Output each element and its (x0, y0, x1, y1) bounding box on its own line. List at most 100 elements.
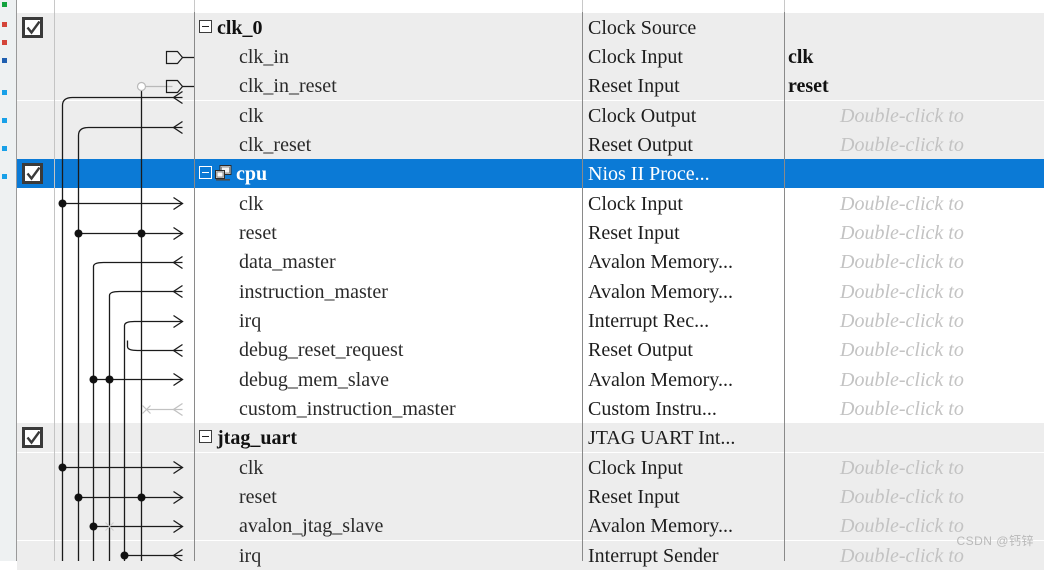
header-separator-use[interactable] (194, 0, 195, 12)
name-cell[interactable]: clk (195, 101, 583, 130)
use-checkbox-cell[interactable] (17, 394, 55, 423)
description-cell[interactable]: Avalon Memory... (583, 511, 785, 540)
tree-collapse-icon[interactable] (199, 166, 212, 180)
use-checkbox-cell[interactable] (17, 541, 55, 570)
tree-collapse-icon[interactable] (199, 19, 212, 33)
export-cell[interactable]: Double-click to (785, 482, 1044, 511)
use-checkbox-cell[interactable] (17, 42, 55, 71)
description-cell[interactable]: Reset Input (583, 71, 785, 100)
use-checkbox-cell[interactable] (17, 511, 55, 540)
export-cell[interactable]: Double-click to (785, 189, 1044, 218)
use-checkbox-cell[interactable] (17, 365, 55, 394)
name-cell[interactable]: irq (195, 541, 583, 570)
export-cell[interactable]: Double-click to (785, 335, 1044, 364)
export-cell[interactable]: Double-click to (785, 453, 1044, 482)
description-cell[interactable]: JTAG UART Int... (583, 423, 785, 452)
name-cell[interactable]: debug_reset_request (195, 335, 583, 364)
table-header-row[interactable] (17, 0, 1044, 12)
table-row[interactable]: clk Clock Input Double-click to (17, 188, 1044, 218)
name-cell[interactable]: irq (195, 306, 583, 335)
use-checkbox-cell[interactable] (17, 335, 55, 364)
use-checkbox[interactable] (22, 163, 43, 185)
description-cell[interactable]: Clock Source (583, 13, 785, 42)
name-cell[interactable]: instruction_master (195, 277, 583, 306)
name-cell[interactable]: data_master (195, 247, 583, 276)
table-row[interactable]: instruction_master Avalon Memory... Double… (17, 276, 1044, 306)
description-cell[interactable]: Avalon Memory... (583, 277, 785, 306)
use-checkbox-cell[interactable] (17, 482, 55, 511)
name-cell[interactable]: debug_mem_slave (195, 365, 583, 394)
table-row[interactable]: debug_mem_slave Avalon Memory... Double-cl… (17, 364, 1044, 394)
description-cell[interactable]: Reset Input (583, 218, 785, 247)
name-cell[interactable]: clk_0 (195, 13, 583, 42)
name-cell[interactable]: cpu (195, 159, 583, 188)
name-cell[interactable]: jtag_uart (195, 423, 583, 452)
description-cell[interactable]: Clock Input (583, 453, 785, 482)
name-cell[interactable]: clk (195, 453, 583, 482)
use-checkbox-cell[interactable] (17, 218, 55, 247)
table-row[interactable]: debug_reset_request Reset Output Double-cl… (17, 335, 1044, 365)
export-cell[interactable] (785, 159, 1044, 188)
use-checkbox[interactable] (22, 16, 43, 38)
table-row[interactable]: clk_reset Reset Output Double-click to (17, 129, 1044, 159)
export-cell[interactable]: Double-click to (785, 277, 1044, 306)
header-separator-connections[interactable] (54, 0, 55, 12)
use-checkbox-cell[interactable] (17, 71, 55, 100)
use-checkbox[interactable] (22, 427, 43, 449)
system-contents-table[interactable]: clk_0 Clock Source clk_in Clock Input clk clk… (17, 0, 1044, 570)
export-cell[interactable]: Double-click to (785, 247, 1044, 276)
table-row[interactable]: irq Interrupt Sender Double-click to (17, 540, 1044, 570)
export-cell[interactable]: Double-click to (785, 306, 1044, 335)
use-checkbox-cell[interactable] (17, 453, 55, 482)
use-checkbox-cell[interactable] (17, 277, 55, 306)
header-separator-name[interactable] (582, 0, 583, 12)
description-cell[interactable]: Avalon Memory... (583, 247, 785, 276)
description-cell[interactable]: Reset Output (583, 130, 785, 159)
table-row[interactable]: jtag_uart JTAG UART Int... (17, 423, 1044, 453)
description-cell[interactable]: Reset Input (583, 482, 785, 511)
name-cell[interactable]: reset (195, 218, 583, 247)
export-cell[interactable]: reset (785, 71, 1044, 100)
table-row[interactable]: clk_in_reset Reset Input reset (17, 71, 1044, 101)
description-cell[interactable]: Avalon Memory... (583, 365, 785, 394)
table-row[interactable]: clk_in Clock Input clk (17, 41, 1044, 71)
description-cell[interactable]: Nios II Proce... (583, 159, 785, 188)
description-cell[interactable]: Clock Input (583, 189, 785, 218)
table-row[interactable]: irq Interrupt Rec... Double-click to (17, 306, 1044, 335)
use-checkbox-cell[interactable] (17, 130, 55, 159)
tree-collapse-icon[interactable] (199, 430, 212, 444)
description-cell[interactable]: Interrupt Sender (583, 541, 785, 570)
use-checkbox-cell[interactable] (17, 159, 55, 188)
use-checkbox-cell[interactable] (17, 306, 55, 335)
name-cell[interactable]: avalon_jtag_slave (195, 511, 583, 540)
table-row[interactable]: clk_0 Clock Source (17, 12, 1044, 42)
use-checkbox-cell[interactable] (17, 247, 55, 276)
use-checkbox-cell[interactable] (17, 101, 55, 130)
export-cell[interactable]: Double-click to (785, 365, 1044, 394)
export-cell[interactable]: Double-click to (785, 130, 1044, 159)
table-row[interactable]: avalon_jtag_slave Avalon Memory... Double-… (17, 511, 1044, 541)
export-cell[interactable]: clk (785, 42, 1044, 71)
name-cell[interactable]: clk_in_reset (195, 71, 583, 100)
table-row[interactable]: clk Clock Input Double-click to (17, 452, 1044, 482)
description-cell[interactable]: Custom Instru... (583, 394, 785, 423)
table-row[interactable]: reset Reset Input Double-click to (17, 217, 1044, 247)
description-cell[interactable]: Clock Output (583, 101, 785, 130)
table-row[interactable]: clk Clock Output Double-click to (17, 100, 1044, 130)
export-cell[interactable] (785, 423, 1044, 452)
description-cell[interactable]: Reset Output (583, 335, 785, 364)
export-cell[interactable] (785, 13, 1044, 42)
table-row[interactable]: reset Reset Input Double-click to (17, 482, 1044, 512)
use-checkbox-cell[interactable] (17, 189, 55, 218)
export-cell[interactable]: Double-click to (785, 394, 1044, 423)
name-cell[interactable]: custom_instruction_master (195, 394, 583, 423)
description-cell[interactable]: Clock Input (583, 42, 785, 71)
name-cell[interactable]: clk_in (195, 42, 583, 71)
use-checkbox-cell[interactable] (17, 13, 55, 42)
table-row[interactable]: custom_instruction_master Custom Instru..… (17, 394, 1044, 424)
table-row[interactable]: data_master Avalon Memory... Double-click … (17, 247, 1044, 277)
use-checkbox-cell[interactable] (17, 423, 55, 452)
description-cell[interactable]: Interrupt Rec... (583, 306, 785, 335)
export-cell[interactable]: Double-click to (785, 218, 1044, 247)
name-cell[interactable]: clk (195, 189, 583, 218)
